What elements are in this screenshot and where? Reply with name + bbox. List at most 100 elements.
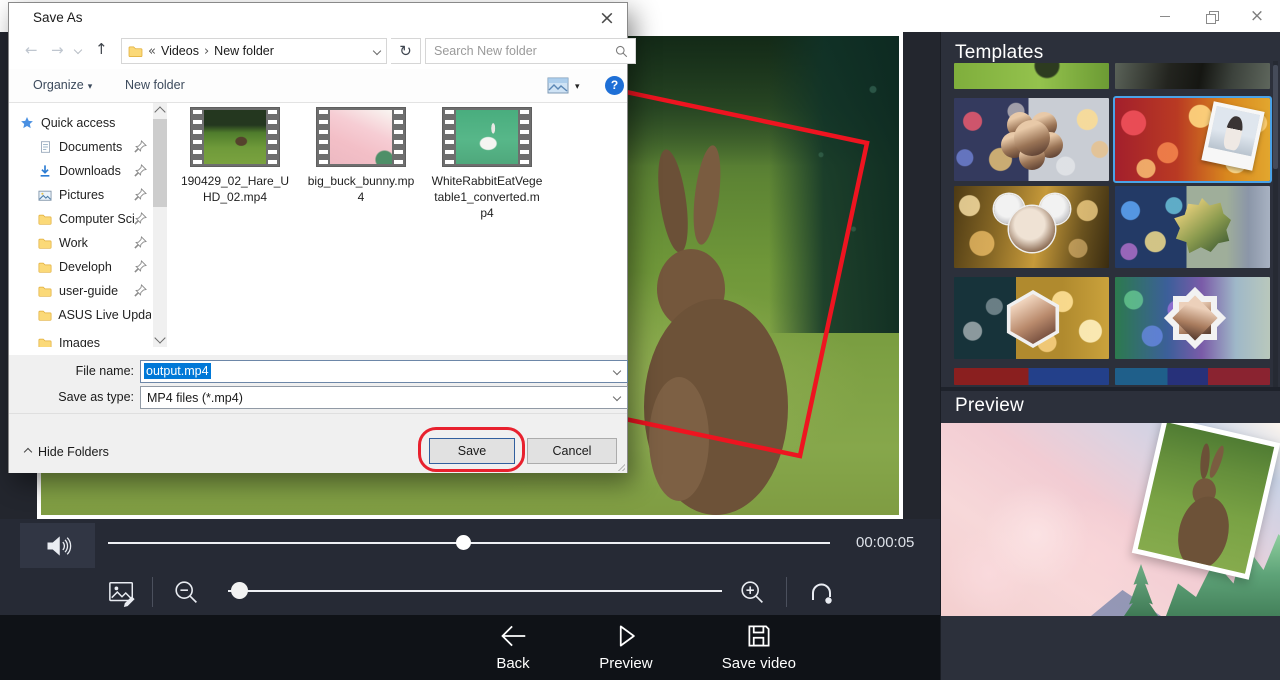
file-item-big-buck-bunny[interactable]: big_buck_bunny.mp4	[303, 107, 419, 222]
dialog-fields: File name: output.mp4 Save as type: MP4 …	[9, 355, 627, 413]
zoom-slider-track[interactable]	[228, 590, 722, 592]
restore-button[interactable]	[1188, 0, 1234, 32]
address-dropdown-icon[interactable]	[373, 47, 381, 55]
document-icon	[37, 140, 53, 154]
template-red-blue[interactable]	[954, 368, 1109, 385]
save-type-select[interactable]: MP4 files (*.mp4)	[140, 386, 628, 409]
file-name: WhiteRabbitEatVegetable1_converted.mp4	[431, 173, 543, 222]
zoom-in-button[interactable]	[738, 578, 768, 608]
sidebar-item-documents[interactable]: Documents	[9, 135, 151, 159]
address-bar[interactable]: « Videos › New folder	[121, 38, 387, 64]
scroll-up-icon[interactable]	[154, 106, 165, 117]
view-options-icon[interactable]	[547, 77, 569, 94]
bottom-action-bar: Back Preview Save video	[0, 615, 940, 680]
template-hexagon-cutout[interactable]	[954, 277, 1109, 359]
save-video-label: Save video	[722, 655, 796, 672]
organize-menu[interactable]: Organize▾	[33, 78, 92, 92]
file-item-white-rabbit[interactable]: WhiteRabbitEatVegetable1_converted.mp4	[429, 107, 545, 222]
template-blue-red[interactable]	[1115, 368, 1270, 385]
dialog-titlebar[interactable]: Save As ×	[9, 3, 627, 33]
template-gear-cutout[interactable]	[1115, 186, 1270, 268]
zoom-in-icon	[738, 578, 768, 608]
sidebar-scrollbar[interactable]	[153, 103, 167, 347]
hide-folders-button[interactable]: Hide Folders	[25, 445, 109, 459]
file-name: big_buck_bunny.mp4	[305, 173, 417, 205]
save-type-value: MP4 files (*.mp4)	[147, 391, 243, 405]
close-icon: ×	[1250, 8, 1264, 25]
breadcrumb-collapse[interactable]: «	[148, 44, 156, 59]
window-controls: ×	[1142, 0, 1280, 32]
back-button[interactable]: Back	[496, 622, 530, 672]
back-label: Back	[496, 655, 529, 672]
help-button[interactable]: ?	[605, 76, 624, 95]
chevron-down-icon[interactable]	[613, 367, 621, 375]
templates-scrollbar[interactable]	[1273, 61, 1278, 387]
search-icon	[615, 45, 628, 58]
search-box[interactable]	[425, 38, 636, 64]
sidebar-item-developh[interactable]: Developh	[9, 255, 151, 279]
pin-icon	[134, 236, 147, 252]
nav-forward-button[interactable]: →	[51, 41, 64, 59]
nav-up-button[interactable]: ↑	[95, 40, 108, 58]
folder-icon	[37, 237, 53, 250]
seek-slider-thumb[interactable]	[456, 535, 471, 550]
edit-image-button[interactable]	[103, 576, 141, 610]
scroll-down-icon[interactable]	[154, 332, 165, 343]
file-name-input[interactable]: output.mp4	[140, 360, 628, 383]
zoom-slider-thumb[interactable]	[231, 582, 248, 599]
new-folder-button[interactable]: New folder	[125, 78, 185, 92]
sidebar-item-images[interactable]: Images	[9, 331, 151, 347]
panel-divider	[941, 387, 1280, 391]
hide-folders-label: Hide Folders	[38, 445, 109, 459]
search-input[interactable]	[434, 40, 604, 62]
sidebar-item-quick-access[interactable]: Quick access	[9, 111, 151, 135]
zoom-out-button[interactable]	[172, 578, 202, 608]
dialog-toolbar: Organize▾ New folder ▾ ?	[9, 69, 627, 103]
polaroid-shape	[1201, 101, 1264, 171]
sidebar-label: Work	[59, 236, 88, 250]
template-grass[interactable]	[954, 63, 1109, 89]
preview-thumbnail[interactable]	[941, 423, 1280, 616]
close-button[interactable]: ×	[1234, 0, 1280, 32]
audio-button[interactable]	[804, 576, 838, 610]
scrollbar-thumb[interactable]	[1273, 65, 1278, 169]
sidebar-item-downloads[interactable]: Downloads	[9, 159, 151, 183]
sidebar-item-work[interactable]: Work	[9, 231, 151, 255]
breadcrumb-segment-new-folder[interactable]: New folder	[214, 44, 274, 58]
volume-button[interactable]	[20, 523, 95, 568]
templates-panel: Templates	[940, 32, 1280, 680]
preview-button[interactable]: Preview	[599, 622, 652, 672]
refresh-icon: ↻	[399, 42, 412, 60]
template-star-cutout[interactable]	[1115, 277, 1270, 359]
cancel-button[interactable]: Cancel	[527, 438, 617, 464]
dialog-close-button[interactable]: ×	[595, 6, 619, 30]
player-controls-strip: 00:00:05	[0, 519, 940, 615]
template-mickey-ears-cutout[interactable]	[954, 186, 1109, 268]
template-polaroid-selected[interactable]	[1115, 98, 1270, 181]
scrollbar-thumb[interactable]	[153, 119, 167, 207]
template-dark[interactable]	[1115, 63, 1270, 89]
breadcrumb-segment-videos[interactable]: Videos	[161, 44, 199, 58]
film-thumbnail	[442, 107, 532, 167]
breadcrumb-separator-icon: ›	[204, 44, 209, 59]
minimize-button[interactable]	[1142, 0, 1188, 32]
template-flower-cutout[interactable]	[954, 98, 1109, 181]
save-button[interactable]: Save	[429, 438, 515, 464]
nav-recent-dropdown[interactable]	[74, 46, 82, 54]
pictures-icon	[37, 189, 53, 202]
nav-back-button[interactable]: ←	[25, 41, 38, 59]
pin-icon	[134, 260, 147, 276]
folder-icon	[37, 261, 53, 274]
sidebar-item-pictures[interactable]: Pictures	[9, 183, 151, 207]
file-item-hare[interactable]: 190429_02_Hare_UHD_02.mp4	[177, 107, 293, 222]
refresh-button[interactable]: ↻	[391, 38, 421, 64]
play-icon	[611, 622, 641, 650]
pin-icon	[134, 164, 147, 180]
sidebar-item-user-guide[interactable]: user-guide	[9, 279, 151, 303]
sidebar-item-computer-sci[interactable]: Computer Sci	[9, 207, 151, 231]
view-options-caret-icon[interactable]: ▾	[575, 82, 580, 92]
save-video-button[interactable]: Save video	[722, 622, 796, 672]
sidebar-item-asus-live-update[interactable]: ASUS Live Updat	[9, 303, 151, 327]
sidebar-label: Downloads	[59, 164, 121, 178]
chevron-down-icon[interactable]	[613, 393, 621, 401]
